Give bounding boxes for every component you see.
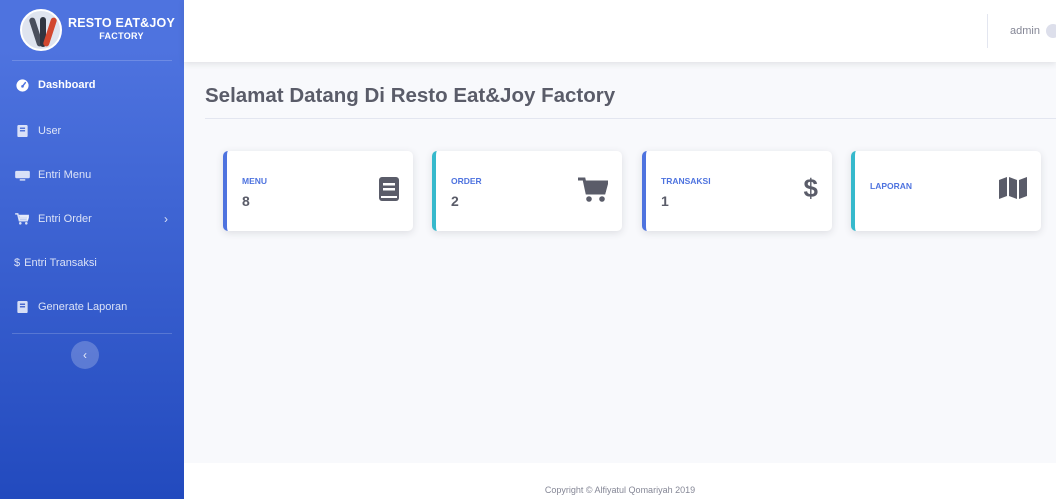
- book-icon: [14, 301, 30, 313]
- sidebar-item-label: Generate Laporan: [38, 301, 128, 313]
- brand-subtitle: FACTORY: [99, 31, 144, 41]
- dollar-icon: $: [803, 173, 818, 203]
- user-dropdown[interactable]: admin: [1010, 24, 1056, 38]
- keyboard-icon: [14, 170, 30, 181]
- chevron-right-icon: ›: [164, 212, 168, 226]
- topbar: admin: [184, 0, 1056, 62]
- sidebar-item-label: Entri Menu: [38, 169, 92, 181]
- sidebar-item-entri-transaksi[interactable]: $ Entri Transaksi: [0, 241, 184, 285]
- sidebar-toggle-button[interactable]: ‹: [71, 341, 99, 369]
- brand-link[interactable]: RESTO EAT&JOY FACTORY: [0, 0, 184, 60]
- user-circle-icon: [1045, 24, 1056, 38]
- sidebar-item-label: User: [38, 125, 62, 137]
- sidebar-item-label: Dashboard: [38, 79, 96, 91]
- user-name: admin: [1010, 25, 1040, 37]
- sidebar-item-label: Entri Transaksi: [24, 257, 97, 269]
- sidebar-item-user[interactable]: User: [0, 109, 184, 153]
- title-divider: [205, 118, 1056, 119]
- book-icon: [379, 177, 399, 206]
- topbar-divider: [987, 14, 988, 48]
- card-label: TRANSAKSI: [661, 176, 711, 186]
- sidebar-item-generate-laporan[interactable]: Generate Laporan: [0, 285, 184, 329]
- card-label: ORDER: [451, 176, 482, 186]
- sidebar-item-label: Entri Order: [38, 213, 92, 225]
- sidebar: RESTO EAT&JOY FACTORY Dashboard User Ent…: [0, 0, 184, 499]
- card-value: 1: [661, 193, 669, 209]
- page-title: Selamat Datang Di Resto Eat&Joy Factory: [205, 84, 616, 107]
- chevron-left-icon: ‹: [83, 348, 87, 362]
- sidebar-item-dashboard[interactable]: Dashboard: [0, 61, 184, 109]
- cart-icon: [14, 213, 30, 225]
- map-icon: [999, 177, 1027, 204]
- sidebar-divider: [12, 333, 172, 334]
- brand-title: RESTO EAT&JOY: [68, 16, 176, 30]
- brand-text: RESTO EAT&JOY FACTORY: [68, 17, 175, 43]
- card-value: 8: [242, 193, 250, 209]
- copyright-text: Copyright © Alfiyatul Qomariyah 2019: [544, 485, 696, 495]
- card-menu: MENU 8: [223, 151, 413, 231]
- card-label: LAPORAN: [870, 181, 913, 191]
- card-value: 2: [451, 193, 459, 209]
- card-order: ORDER 2: [432, 151, 622, 231]
- card-laporan: LAPORAN: [851, 151, 1041, 231]
- brand-logo: [20, 9, 62, 51]
- card-label: MENU: [242, 176, 268, 186]
- dollar-icon: $: [14, 257, 21, 269]
- cart-icon: [578, 177, 609, 208]
- book-icon: [14, 125, 30, 137]
- sidebar-item-entri-menu[interactable]: Entri Menu: [0, 153, 184, 197]
- footer: Copyright © Alfiyatul Qomariyah 2019: [184, 463, 1056, 499]
- sidebar-item-entri-order[interactable]: Entri Order ›: [0, 197, 184, 241]
- card-transaksi: TRANSAKSI 1 $: [642, 151, 832, 231]
- tachometer-icon: [14, 78, 30, 92]
